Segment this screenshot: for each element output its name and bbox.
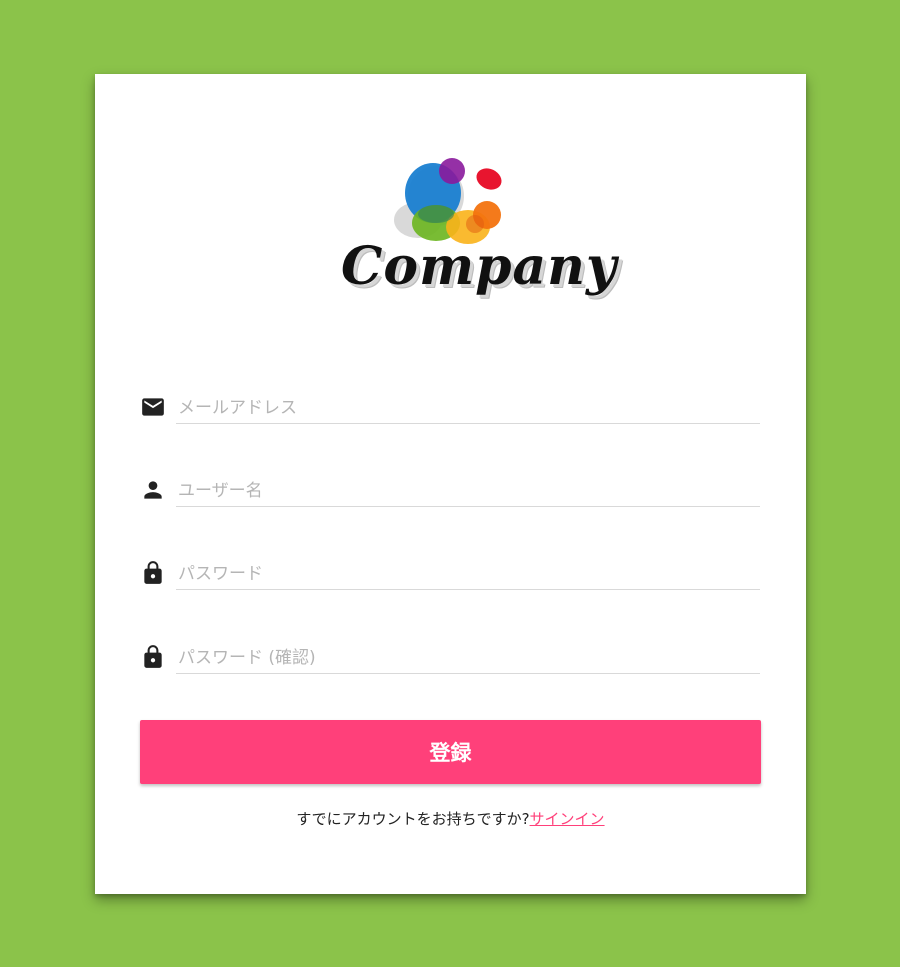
person-icon xyxy=(140,477,166,503)
lock-icon xyxy=(140,560,166,586)
signup-card: Company 登録 すでにアカウントをお持ちですか?サインイン xyxy=(95,74,806,894)
password-confirm-field-row xyxy=(140,638,761,678)
password-field-row xyxy=(140,554,761,594)
signin-link[interactable]: サインイン xyxy=(530,810,605,828)
signin-prompt: すでにアカウントをお持ちですか?サインイン xyxy=(95,808,806,829)
register-button[interactable]: 登録 xyxy=(140,720,761,784)
username-input[interactable] xyxy=(176,471,760,507)
company-logo-text: Company xyxy=(341,236,618,297)
mail-icon xyxy=(140,394,166,420)
signin-prompt-text: すでにアカウントをお持ちですか? xyxy=(296,810,530,828)
email-input[interactable] xyxy=(176,388,760,424)
company-logo: Company xyxy=(333,158,616,318)
password-confirm-input[interactable] xyxy=(176,638,760,674)
email-field-row xyxy=(140,388,761,428)
password-input[interactable] xyxy=(176,554,760,590)
lock-icon xyxy=(140,644,166,670)
username-field-row xyxy=(140,471,761,511)
